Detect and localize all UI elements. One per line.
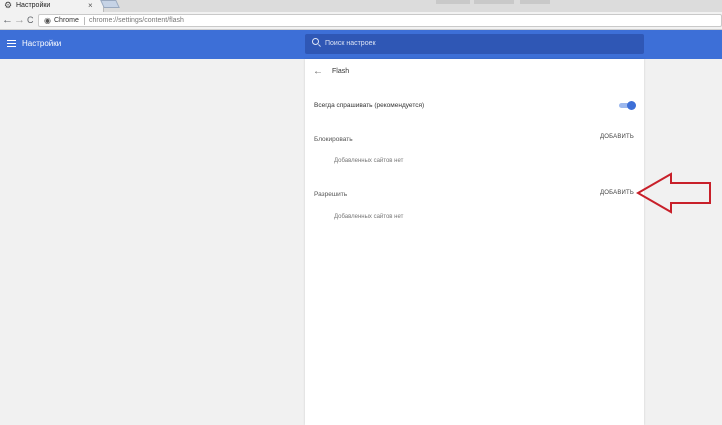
settings-header: Настройки Поиск настроек <box>0 30 722 59</box>
browser-toolbar: ← → C ◉ Chrome chrome://settings/content… <box>0 12 722 30</box>
blurred-element <box>474 0 514 4</box>
tab-strip: ⚙ Настройки × <box>0 0 722 12</box>
new-tab-button[interactable] <box>100 0 120 8</box>
close-icon[interactable]: × <box>88 0 93 11</box>
toggle-knob <box>627 101 636 110</box>
tab-title: Настройки <box>16 2 51 9</box>
hamburger-menu-icon[interactable] <box>7 40 16 47</box>
address-bar[interactable]: ◉ Chrome chrome://settings/content/flash <box>38 14 722 27</box>
search-icon <box>312 38 319 45</box>
back-icon[interactable]: ← <box>2 13 13 27</box>
block-empty-text: Добавленных сайтов нет <box>334 158 404 164</box>
browser-window: ⚙ Настройки × ← → C ◉ Chrome chrome://se… <box>0 0 722 425</box>
ask-first-label: Всегда спрашивать (рекомендуется) <box>314 102 425 109</box>
blurred-element <box>520 0 550 4</box>
reload-icon[interactable]: C <box>27 13 34 27</box>
allow-empty-text: Добавленных сайтов нет <box>334 214 404 220</box>
tab-settings[interactable]: ⚙ Настройки × <box>0 0 104 12</box>
section-title: Flash <box>332 68 350 75</box>
omnibox-chip-label: Chrome <box>54 17 79 24</box>
flash-settings-card: ← Flash Всегда спрашивать (рекомендуется… <box>305 59 644 425</box>
url-text[interactable]: chrome://settings/content/flash <box>89 15 184 26</box>
forward-icon[interactable]: → <box>14 13 25 27</box>
annotation-arrow-icon <box>636 172 711 214</box>
search-placeholder: Поиск настроек <box>325 40 376 47</box>
gear-icon: ⚙ <box>4 0 13 10</box>
block-section-label: Блокировать <box>314 136 353 143</box>
allow-add-button[interactable]: ДОБАВИТЬ <box>600 189 634 198</box>
chrome-page-icon: ◉ <box>44 16 51 25</box>
allow-section-label: Разрешить <box>314 191 348 198</box>
blurred-element <box>436 0 470 4</box>
back-arrow-icon[interactable]: ← <box>313 66 323 78</box>
block-add-button[interactable]: ДОБАВИТЬ <box>600 133 634 142</box>
page-title: Настройки <box>22 39 62 48</box>
omnibox-separator <box>84 17 85 25</box>
ask-first-toggle[interactable] <box>619 101 636 110</box>
settings-search-input[interactable]: Поиск настроек <box>305 34 644 54</box>
